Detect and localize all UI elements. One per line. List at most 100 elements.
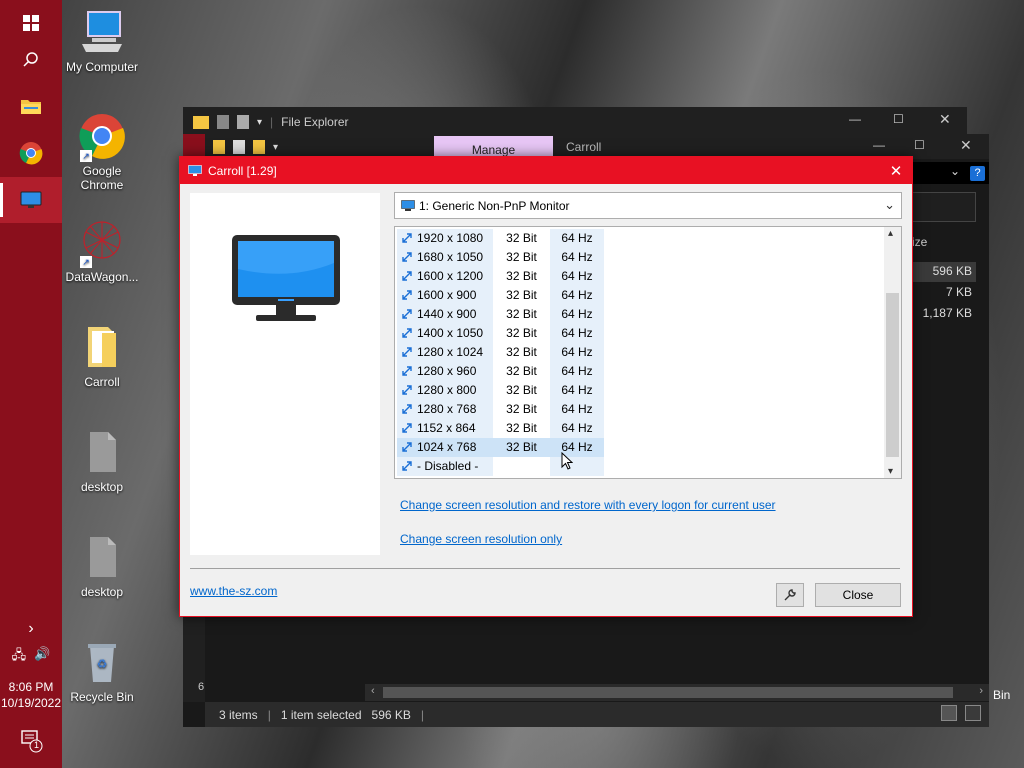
resolution-cell: 1400 x 1050: [397, 324, 493, 343]
color-depth-cell: 32 Bit: [506, 421, 537, 435]
taskbar-chrome[interactable]: [0, 130, 62, 176]
network-icon[interactable]: 🖧: [12, 646, 27, 668]
chevron-down-icon: ⌄: [884, 197, 895, 212]
resolution-row[interactable]: 1920 x 1080 32 Bit 64 Hz: [397, 229, 604, 248]
resolution-cell: 1024 x 768: [397, 438, 493, 457]
monitor-select-value: 1: Generic Non-PnP Monitor: [419, 198, 570, 213]
resolution-label: 1280 x 800: [417, 383, 477, 397]
maximize-button[interactable]: ☐: [893, 112, 904, 126]
details-view-icon[interactable]: [941, 705, 957, 721]
scroll-left-icon[interactable]: ‹: [371, 685, 375, 697]
resolution-cell: 1152 x 864: [397, 419, 493, 438]
change-resolution-restore-link[interactable]: Change screen resolution and restore wit…: [400, 498, 776, 512]
recycle-bin-icon: ♻: [78, 638, 126, 686]
search-icon: [23, 52, 38, 67]
carroll-dialog[interactable]: Carroll [1.29] ✕ 1: Generic Non-PnP Moni…: [179, 156, 913, 617]
resolution-row[interactable]: 1280 x 960 32 Bit 64 Hz: [397, 362, 604, 381]
close-dialog-button[interactable]: Close: [815, 583, 901, 607]
status-size: 596 KB: [371, 707, 411, 722]
computer-icon: [78, 8, 126, 56]
resolution-row[interactable]: 1400 x 1050 32 Bit 64 Hz: [397, 324, 604, 343]
desktop-icon-datawagon[interactable]: ↗ DataWagon...: [61, 218, 143, 284]
resolution-list[interactable]: 1920 x 1080 32 Bit 64 Hz 1680 x 1050 32 Bit 6…: [394, 226, 902, 479]
refresh-rate-cell: 64 Hz: [550, 324, 604, 343]
search-box[interactable]: [912, 192, 976, 222]
refresh-rate-cell: 64 Hz: [550, 267, 604, 286]
desktop-icon-google-chrome[interactable]: ↗ Google Chrome: [61, 112, 143, 192]
desktop-icon-label: Carroll: [84, 375, 120, 389]
network-globe-icon: ↗: [78, 218, 126, 268]
taskbar-carroll[interactable]: [0, 177, 62, 223]
resolution-label: 1680 x 1050: [417, 250, 484, 264]
clock[interactable]: 8:06 PM 10/19/2022: [0, 680, 62, 710]
desktop-icon-carroll[interactable]: Carroll: [61, 323, 143, 389]
chevron-down-icon[interactable]: ⌄: [950, 164, 960, 178]
close-button[interactable]: ✕: [939, 111, 951, 128]
scrollbar-thumb[interactable]: [886, 293, 899, 457]
desktop-icon-desktop-2[interactable]: desktop: [61, 533, 143, 599]
resize-arrow-icon: [402, 347, 412, 357]
file-icon: [78, 428, 126, 476]
monitor-icon: [232, 235, 340, 321]
resolution-cell: 1600 x 900: [397, 286, 493, 305]
taskbar-file-explorer[interactable]: [0, 83, 62, 129]
desktop-icon-label: Google Chrome: [80, 164, 124, 192]
wrench-icon: [784, 589, 796, 601]
window-title: File Explorer: [281, 115, 349, 129]
search-button[interactable]: [0, 37, 62, 83]
scroll-right-icon[interactable]: ›: [979, 685, 983, 697]
column-header-size[interactable]: ize: [912, 235, 927, 249]
monitor-icon: [20, 191, 42, 208]
resolution-label: - Disabled -: [417, 459, 479, 473]
desktop-icon-my-computer[interactable]: My Computer: [61, 8, 143, 74]
dialog-close-button[interactable]: ✕: [880, 157, 912, 184]
help-icon[interactable]: ?: [970, 166, 985, 181]
resize-arrow-icon: [402, 290, 412, 300]
nav-pane-text: 6: [198, 681, 205, 693]
resolution-row[interactable]: 1600 x 900 32 Bit 64 Hz: [397, 286, 604, 305]
desktop-icon-desktop-1[interactable]: desktop: [61, 428, 143, 494]
vertical-scrollbar[interactable]: ▴ ▾: [884, 227, 901, 478]
resolution-cell: 1280 x 800: [397, 381, 493, 400]
website-link[interactable]: www.the-sz.com: [190, 584, 277, 598]
chevron-up-icon[interactable]: ›: [0, 620, 62, 638]
new-folder-icon[interactable]: [253, 140, 265, 154]
monitor-icon: [401, 199, 415, 211]
file-explorer-window-back[interactable]: ▾ | File Explorer — ☐ ✕: [183, 107, 967, 137]
settings-button[interactable]: [776, 583, 804, 607]
chevron-down-icon[interactable]: ▾: [273, 142, 278, 153]
volume-icon[interactable]: 🔊: [34, 646, 50, 668]
resolution-row[interactable]: 1152 x 864 32 Bit 64 Hz: [397, 419, 604, 438]
desktop-icon-recycle-bin[interactable]: ♻ Recycle Bin: [61, 638, 143, 704]
resolution-row[interactable]: 1280 x 800 32 Bit 64 Hz: [397, 381, 604, 400]
maximize-button[interactable]: ☐: [914, 138, 925, 152]
resolution-row[interactable]: 1680 x 1050 32 Bit 64 Hz: [397, 248, 604, 267]
resize-arrow-icon: [402, 328, 412, 338]
color-depth-cell: 32 Bit: [506, 231, 537, 245]
scrollbar-thumb[interactable]: [383, 687, 953, 698]
scroll-up-icon[interactable]: ▴: [888, 228, 893, 239]
resolution-row[interactable]: 1600 x 1200 32 Bit 64 Hz: [397, 267, 604, 286]
resolution-label: 1280 x 960: [417, 364, 477, 378]
refresh-rate-cell: 64 Hz: [550, 343, 604, 362]
resolution-row[interactable]: 1440 x 900 32 Bit 64 Hz: [397, 305, 604, 324]
separator: [190, 568, 900, 569]
properties-icon[interactable]: [233, 140, 245, 154]
resolution-cell: - Disabled -: [397, 457, 493, 476]
chevron-down-icon[interactable]: ▾: [257, 117, 262, 128]
minimize-button[interactable]: —: [849, 112, 861, 126]
monitor-select[interactable]: 1: Generic Non-PnP Monitor ⌄: [394, 192, 902, 219]
change-resolution-only-link[interactable]: Change screen resolution only: [400, 532, 562, 546]
close-button[interactable]: ✕: [960, 137, 972, 154]
minimize-button[interactable]: —: [873, 138, 885, 152]
resolution-row[interactable]: 1280 x 768 32 Bit 64 Hz: [397, 400, 604, 419]
dialog-title-bar[interactable]: Carroll [1.29]: [180, 157, 912, 184]
large-icons-view-icon[interactable]: [965, 705, 981, 721]
scroll-down-icon[interactable]: ▾: [888, 466, 893, 477]
new-folder-icon[interactable]: [237, 115, 249, 129]
horizontal-scrollbar[interactable]: ‹ ›: [365, 684, 989, 701]
resolution-row[interactable]: 1280 x 1024 32 Bit 64 Hz: [397, 343, 604, 362]
action-center-button[interactable]: 1: [0, 728, 62, 757]
refresh-rate-cell: 64 Hz: [550, 362, 604, 381]
properties-icon[interactable]: [217, 115, 229, 129]
